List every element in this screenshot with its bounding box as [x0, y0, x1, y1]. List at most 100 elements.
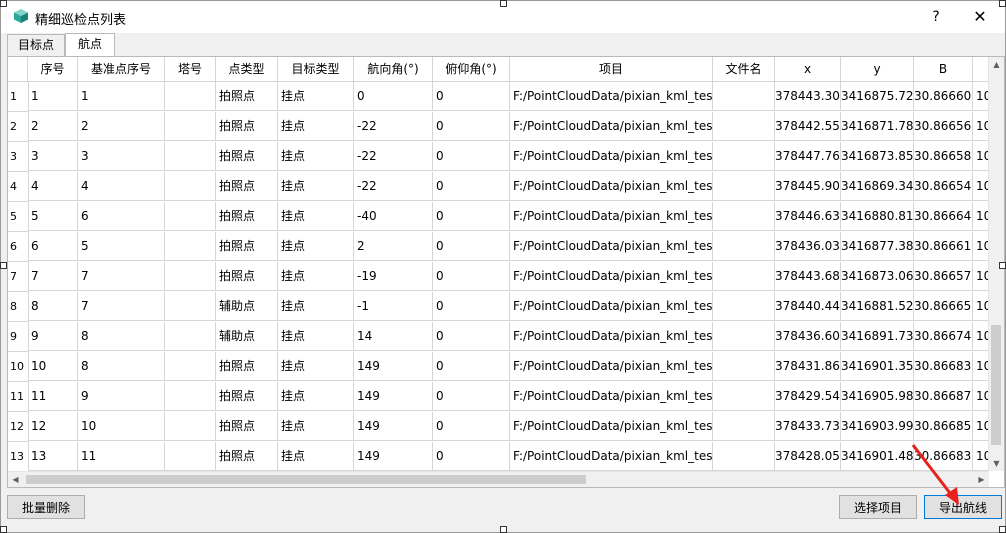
cell-overflow[interactable]: 10 — [973, 112, 989, 141]
cell-col-seq[interactable]: 6 — [28, 232, 78, 261]
table-row[interactable]: 7 7 7 拍照点 挂点 -19 0 F:/PointCloudData/pixian_kml… — [8, 262, 993, 292]
cell-col-heading[interactable]: -22 — [354, 112, 433, 141]
cell-col-point-type[interactable]: 拍照点 — [216, 442, 278, 471]
cell-col-project[interactable]: F:/PointCloudData/pixian_kml_test — [510, 82, 713, 111]
resize-handle[interactable] — [999, 526, 1006, 533]
cell-col-tower[interactable] — [165, 82, 216, 111]
table-row[interactable]: 5 5 6 拍照点 挂点 -40 0 F:/PointCloudData/pixian_kml… — [8, 202, 993, 232]
cell-col-project[interactable]: F:/PointCloudData/pixian_kml_test — [510, 142, 713, 171]
cell-col-b[interactable]: 30.86674 — [914, 322, 973, 351]
row-header[interactable]: 4 — [8, 172, 29, 202]
cell-col-project[interactable]: F:/PointCloudData/pixian_kml_test — [510, 322, 713, 351]
cell-col-pitch[interactable]: 0 — [433, 82, 510, 111]
table-row[interactable]: 1 1 1 拍照点 挂点 0 0 F:/PointCloudData/pixian_kml_t… — [8, 82, 993, 112]
cell-col-b[interactable]: 30.86660 — [914, 82, 973, 111]
resize-handle[interactable] — [500, 526, 507, 533]
header-col-y[interactable]: y — [841, 57, 914, 82]
cell-col-target-type[interactable]: 挂点 — [278, 262, 354, 291]
cell-col-base-seq[interactable]: 7 — [78, 262, 165, 291]
cell-col-tower[interactable] — [165, 172, 216, 201]
cell-col-pitch[interactable]: 0 — [433, 262, 510, 291]
cell-col-y[interactable]: 3416873.85 — [841, 142, 914, 171]
cell-overflow[interactable]: 10 — [973, 322, 989, 351]
header-col-heading[interactable]: 航向角(°) — [354, 57, 433, 82]
resize-handle[interactable] — [500, 0, 507, 7]
cell-col-b[interactable]: 30.86687 — [914, 382, 973, 411]
cell-col-heading[interactable]: 149 — [354, 352, 433, 381]
cell-col-filename[interactable] — [713, 382, 775, 411]
tab-waypoints[interactable]: 航点 — [65, 33, 115, 57]
cell-col-project[interactable]: F:/PointCloudData/pixian_kml_test — [510, 232, 713, 261]
cell-col-project[interactable]: F:/PointCloudData/pixian_kml_test — [510, 442, 713, 471]
cell-col-pitch[interactable]: 0 — [433, 232, 510, 261]
cell-col-filename[interactable] — [713, 202, 775, 231]
row-header[interactable]: 6 — [8, 232, 29, 262]
cell-col-seq[interactable]: 8 — [28, 292, 78, 321]
resize-handle[interactable] — [999, 0, 1006, 7]
header-col-target-type[interactable]: 目标类型 — [278, 57, 354, 82]
table-row[interactable]: 8 8 7 辅助点 挂点 -1 0 F:/PointCloudData/pixian_kml_… — [8, 292, 993, 322]
header-col-tower[interactable]: 塔号 — [165, 57, 216, 82]
cell-col-x[interactable]: 378447.76 — [775, 142, 841, 171]
header-col-x[interactable]: x — [775, 57, 841, 82]
cell-col-heading[interactable]: 0 — [354, 82, 433, 111]
cell-col-tower[interactable] — [165, 352, 216, 381]
select-project-button[interactable]: 选择项目 — [839, 495, 917, 519]
cell-col-x[interactable]: 378436.60 — [775, 322, 841, 351]
cell-overflow[interactable]: 10 — [973, 412, 989, 441]
cell-col-tower[interactable] — [165, 112, 216, 141]
cell-overflow[interactable]: 10 — [973, 352, 989, 381]
row-header[interactable]: 9 — [8, 322, 29, 352]
cell-col-target-type[interactable]: 挂点 — [278, 112, 354, 141]
table-row[interactable]: 12 12 10 拍照点 挂点 149 0 F:/PointCloudData/pixian_… — [8, 412, 993, 442]
cell-col-tower[interactable] — [165, 442, 216, 471]
cell-col-base-seq[interactable]: 8 — [78, 322, 165, 351]
cell-col-pitch[interactable]: 0 — [433, 412, 510, 441]
cell-col-y[interactable]: 3416873.06 — [841, 262, 914, 291]
cell-col-filename[interactable] — [713, 352, 775, 381]
cell-col-tower[interactable] — [165, 262, 216, 291]
cell-col-heading[interactable]: -22 — [354, 172, 433, 201]
cell-col-seq[interactable]: 11 — [28, 382, 78, 411]
header-col-filename[interactable]: 文件名 — [713, 57, 775, 82]
cell-col-x[interactable]: 378431.86 — [775, 352, 841, 381]
cell-col-tower[interactable] — [165, 202, 216, 231]
cell-col-tower[interactable] — [165, 412, 216, 441]
cell-col-heading[interactable]: -19 — [354, 262, 433, 291]
cell-col-point-type[interactable]: 拍照点 — [216, 82, 278, 111]
cell-col-x[interactable]: 378442.55 — [775, 112, 841, 141]
resize-handle[interactable] — [0, 0, 7, 7]
cell-col-y[interactable]: 3416880.81 — [841, 202, 914, 231]
cell-col-x[interactable]: 378428.05 — [775, 442, 841, 471]
cell-col-tower[interactable] — [165, 142, 216, 171]
table-row[interactable]: 6 6 5 拍照点 挂点 2 0 F:/PointCloudData/pixian_kml_t… — [8, 232, 993, 262]
cell-col-heading[interactable]: -1 — [354, 292, 433, 321]
cell-col-point-type[interactable]: 拍照点 — [216, 412, 278, 441]
header-col-pitch[interactable]: 俯仰角(°) — [433, 57, 510, 82]
cell-col-seq[interactable]: 3 — [28, 142, 78, 171]
header-col-point-type[interactable]: 点类型 — [216, 57, 278, 82]
cell-col-y[interactable]: 3416901.35 — [841, 352, 914, 381]
tab-target-points[interactable]: 目标点 — [7, 34, 65, 56]
cell-col-point-type[interactable]: 拍照点 — [216, 232, 278, 261]
cell-col-filename[interactable] — [713, 232, 775, 261]
cell-col-project[interactable]: F:/PointCloudData/pixian_kml_test — [510, 202, 713, 231]
cell-col-heading[interactable]: -22 — [354, 142, 433, 171]
cell-col-filename[interactable] — [713, 292, 775, 321]
cell-col-pitch[interactable]: 0 — [433, 142, 510, 171]
cell-col-target-type[interactable]: 挂点 — [278, 322, 354, 351]
vertical-scroll-thumb[interactable] — [991, 325, 1001, 445]
close-button[interactable]: ✕ — [965, 6, 995, 28]
cell-col-base-seq[interactable]: 11 — [78, 442, 165, 471]
cell-col-filename[interactable] — [713, 262, 775, 291]
cell-col-y[interactable]: 3416901.48 — [841, 442, 914, 471]
cell-col-point-type[interactable]: 拍照点 — [216, 112, 278, 141]
cell-overflow[interactable]: 10 — [973, 232, 989, 261]
resize-handle[interactable] — [0, 526, 7, 533]
cell-col-project[interactable]: F:/PointCloudData/pixian_kml_test — [510, 352, 713, 381]
cell-col-filename[interactable] — [713, 412, 775, 441]
cell-col-b[interactable]: 30.86658 — [914, 142, 973, 171]
cell-overflow[interactable]: 10 — [973, 82, 989, 111]
cell-overflow[interactable]: 10 — [973, 262, 989, 291]
cell-col-point-type[interactable]: 拍照点 — [216, 172, 278, 201]
